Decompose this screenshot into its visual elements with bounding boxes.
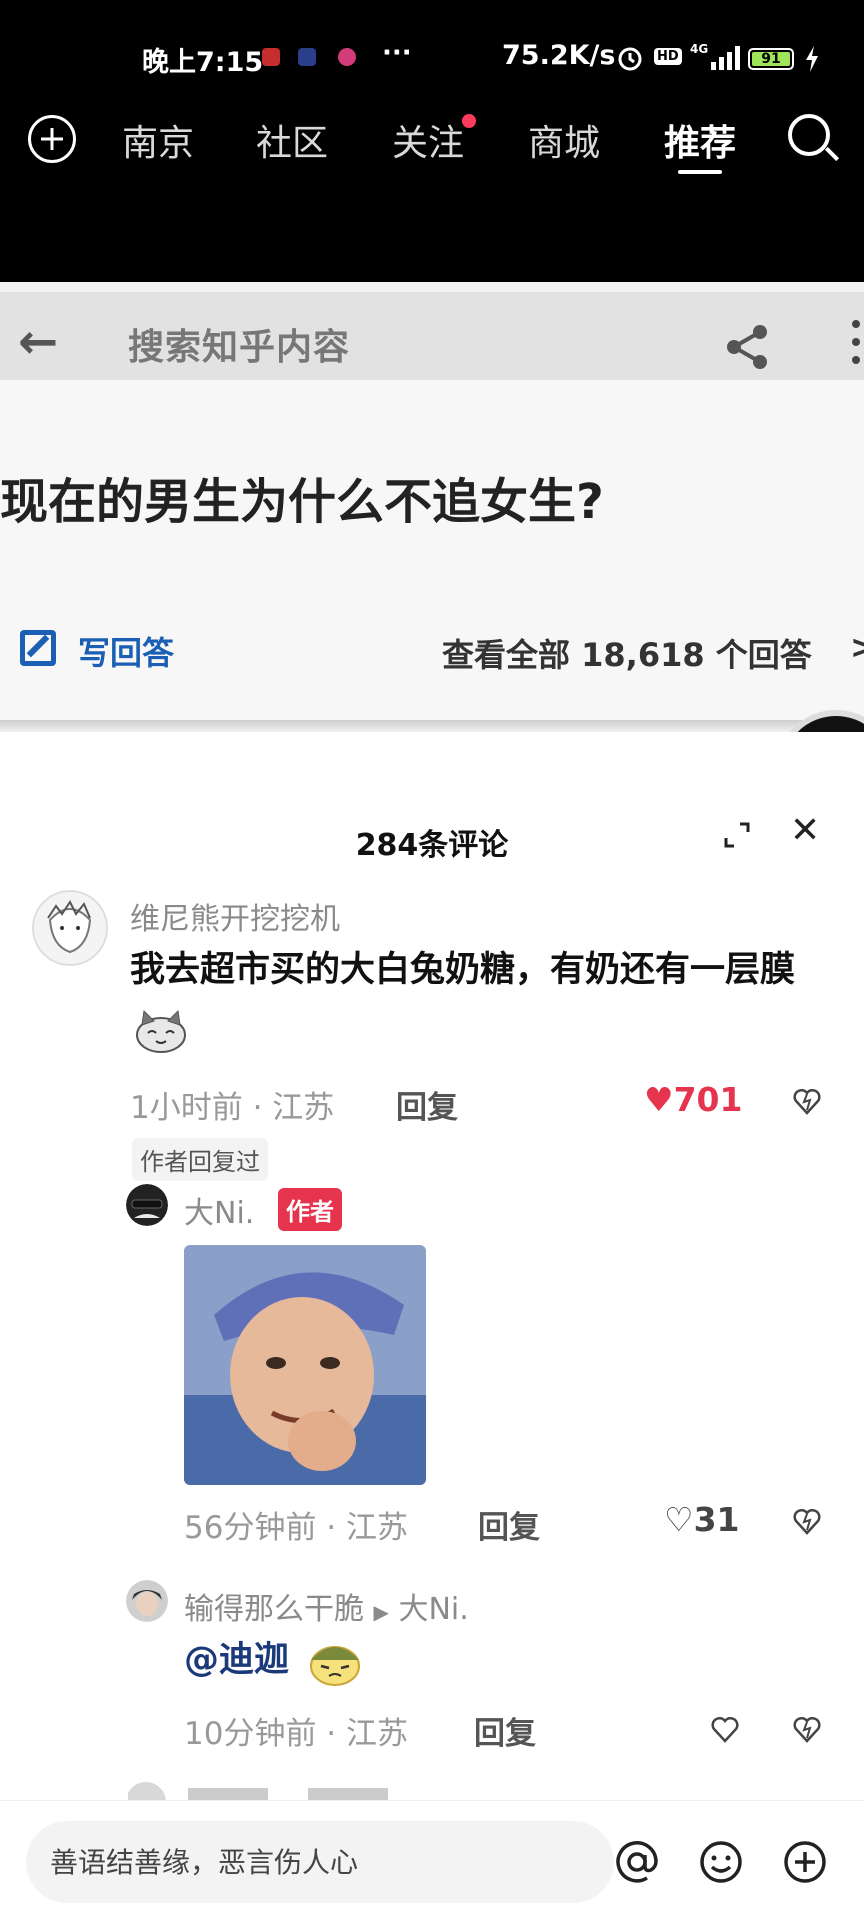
at-mention-icon[interactable] [614, 1839, 660, 1885]
tab-following-label: 关注 [392, 123, 465, 164]
zhihu-question-card: 现在的男生为什么不追女生? 写回答 查看全部 18,618 个回答 > [0, 380, 864, 732]
reply-arrow-icon: ▶ [373, 1600, 389, 1624]
app-notification-icon [262, 48, 280, 66]
comment-text: 我去超市买的大白兔奶糖，有奶还有一层膜 [130, 940, 830, 1060]
add-attachment-icon[interactable] [782, 1839, 828, 1885]
comment-meta: 56分钟前 · 江苏 [184, 1510, 409, 1546]
comment-location: 江苏 [346, 1510, 409, 1546]
tab-mall[interactable]: 商城 [528, 114, 600, 166]
hd-icon: HD [654, 48, 682, 65]
reply-button[interactable]: 回复 [396, 1082, 458, 1127]
comment-input-box[interactable] [26, 1821, 614, 1903]
comment-text-content: @迪迦 [184, 1640, 290, 1680]
like-button[interactable]: ♡31 [664, 1500, 740, 1539]
reply-to-username: 大Ni. [398, 1592, 469, 1627]
like-button[interactable]: ♥701 [644, 1080, 742, 1119]
soldier-emoji-icon [310, 1646, 361, 1686]
comment-username[interactable]: 输得那么干脆 ▶ 大Ni. [184, 1584, 469, 1628]
author-tag: 作者 [278, 1188, 342, 1231]
heart-outline-icon[interactable] [710, 1714, 740, 1744]
tab-following[interactable]: 关注 [392, 114, 477, 166]
signal-icon [711, 46, 740, 70]
comment-meta: 1小时前 · 江苏 [130, 1090, 335, 1126]
cat-sticker-icon [136, 1009, 186, 1053]
app-notification-icon [298, 48, 316, 66]
back-arrow-icon: ← [18, 314, 59, 370]
tab-nanjing[interactable]: 南京 [122, 114, 194, 166]
next-comment-fragment [128, 1780, 528, 1800]
like-count: 31 [693, 1500, 740, 1539]
avatar[interactable] [32, 890, 108, 966]
clipped-comment [128, 1782, 388, 1800]
avatar[interactable] [126, 1184, 168, 1226]
plus-icon[interactable] [28, 115, 76, 163]
comment-username[interactable]: 维尼熊开挖挖机 [130, 894, 340, 938]
embedded-screenshot: ← 搜索知乎内容 现在的男生为什么不追女生? 写回答 查看全部 18,618 个… [0, 282, 864, 732]
comment-location: 江苏 [272, 1090, 335, 1126]
comment-input[interactable] [50, 1839, 590, 1885]
video-notification-icon [338, 48, 356, 66]
tab-recommend[interactable]: 推荐 [664, 114, 736, 174]
comment-username-text: 输得那么干脆 [184, 1592, 364, 1627]
meme-image[interactable] [184, 1245, 426, 1485]
status-time: 晚上7:15 [142, 47, 264, 78]
comment-location: 江苏 [346, 1716, 409, 1752]
comments-header: 284条评论 ✕ [0, 790, 864, 890]
comment-meta: 10分钟前 · 江苏 [184, 1716, 409, 1752]
alarm-icon [618, 47, 642, 71]
comments-panel: 284条评论 ✕ 维尼熊开挖挖机 我去超市买的大白兔奶糖，有奶还有一层膜 1小时… [0, 790, 864, 1920]
heart-outline-icon: ♡ [664, 1500, 694, 1539]
heart-filled-icon: ♥ [644, 1080, 674, 1119]
notification-dot [462, 114, 477, 128]
like-count: 701 [673, 1080, 743, 1119]
screenshot-edge [0, 720, 864, 732]
expand-icon[interactable] [722, 820, 752, 850]
write-answer-icon [20, 630, 56, 666]
reply-button[interactable]: 回复 [478, 1502, 540, 1547]
write-answer-label: 写回答 [78, 634, 175, 672]
comment-time: 10分钟前 [184, 1716, 317, 1752]
emoji-icon[interactable] [698, 1839, 744, 1885]
zhihu-search-placeholder: 搜索知乎内容 [128, 327, 351, 368]
network-type: 4G [690, 42, 709, 56]
top-navigation: 南京 社区 关注 商城 推荐 [0, 82, 864, 282]
zhihu-search-bar: ← 搜索知乎内容 [0, 292, 864, 380]
avatar[interactable] [126, 1580, 168, 1622]
charging-icon [806, 46, 818, 72]
search-icon[interactable] [788, 114, 830, 156]
tab-community[interactable]: 社区 [256, 114, 328, 166]
network-speed: 75.2K/s [502, 40, 616, 71]
share-icon [727, 325, 767, 369]
status-bar: 晚上7:15 ··· 75.2K/s HD 4G 91 [0, 0, 864, 82]
comment-username[interactable]: 大Ni. [184, 1188, 254, 1232]
more-notifications: ··· [382, 38, 412, 68]
more-icon [852, 320, 862, 370]
dislike-icon[interactable] [792, 1086, 822, 1116]
chevron-right-icon: > [850, 628, 864, 666]
comment-time: 56分钟前 [184, 1510, 317, 1546]
battery-icon: 91 [748, 48, 794, 70]
dislike-icon[interactable] [792, 1506, 822, 1536]
comment-time: 1小时前 [130, 1090, 243, 1126]
dislike-icon[interactable] [792, 1714, 822, 1744]
close-icon[interactable]: ✕ [790, 810, 820, 851]
view-all-answers: 查看全部 18,618 个回答 [442, 636, 812, 674]
comment-input-bar [0, 1800, 864, 1920]
comment-text: @迪迦 [184, 1630, 363, 1690]
reply-button[interactable]: 回复 [474, 1708, 536, 1753]
comment-text-content: 我去超市买的大白兔奶糖，有奶还有一层膜 [130, 950, 796, 990]
author-replied-badge: 作者回复过 [132, 1138, 268, 1181]
zhihu-question-title: 现在的男生为什么不追女生? [0, 474, 604, 530]
